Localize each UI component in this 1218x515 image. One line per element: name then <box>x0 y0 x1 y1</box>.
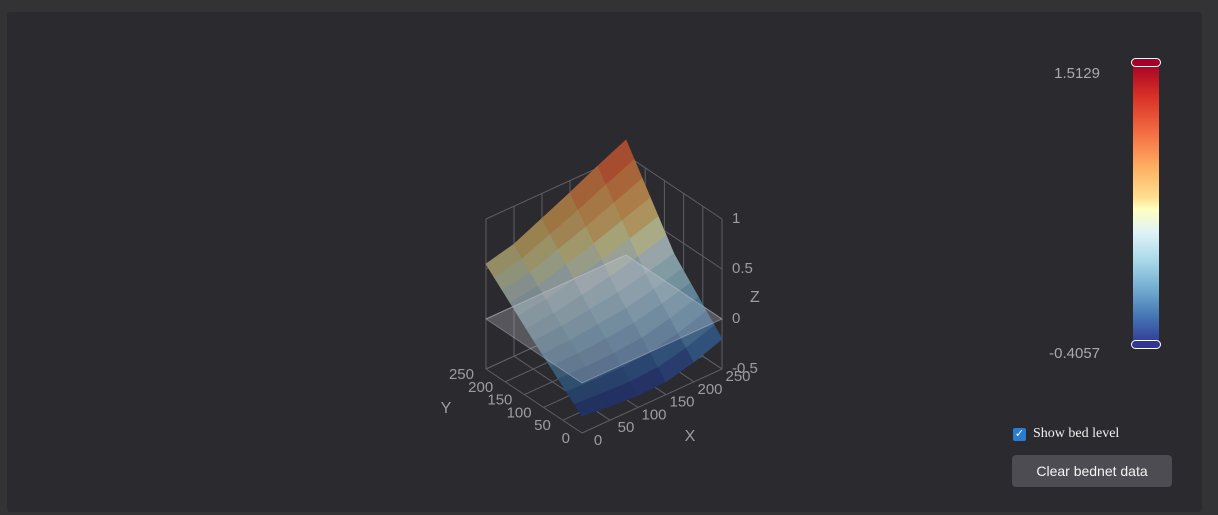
y-tick-label: 50 <box>534 417 551 434</box>
clear-bednet-data-button[interactable]: Clear bednet data <box>1012 455 1172 487</box>
show-bed-level-toggle[interactable]: ✓ Show bed level <box>1013 426 1119 442</box>
z-axis-label: Z <box>750 289 760 306</box>
colorbar-min-label: -0.4057 <box>1049 345 1100 362</box>
colorbar-min-handle[interactable] <box>1131 340 1161 349</box>
y-tick-label: 0 <box>562 430 570 447</box>
y-tick-label: 250 <box>449 366 474 383</box>
x-axis-label: X <box>685 428 696 445</box>
x-tick-label: 100 <box>641 406 666 423</box>
colorbar-max-handle[interactable] <box>1131 58 1161 67</box>
colorbar-gradient <box>1133 62 1159 345</box>
y-axis-label: Y <box>441 400 452 417</box>
z-tick-label: 0 <box>732 310 740 327</box>
z-tick-label: 1 <box>732 210 740 227</box>
colorbar <box>1131 58 1161 349</box>
x-tick-label: 0 <box>594 432 602 449</box>
show-bed-level-label: Show bed level <box>1033 426 1120 441</box>
x-tick-label: 150 <box>669 394 694 411</box>
colorbar-max-label: 1.5129 <box>1054 65 1100 82</box>
show-bed-level-checkbox[interactable]: ✓ <box>1013 427 1026 441</box>
x-tick-label: 50 <box>618 419 635 436</box>
x-tick-label: 200 <box>697 381 722 398</box>
x-tick-label: 250 <box>725 368 750 385</box>
z-tick-label: 0.5 <box>732 260 753 277</box>
